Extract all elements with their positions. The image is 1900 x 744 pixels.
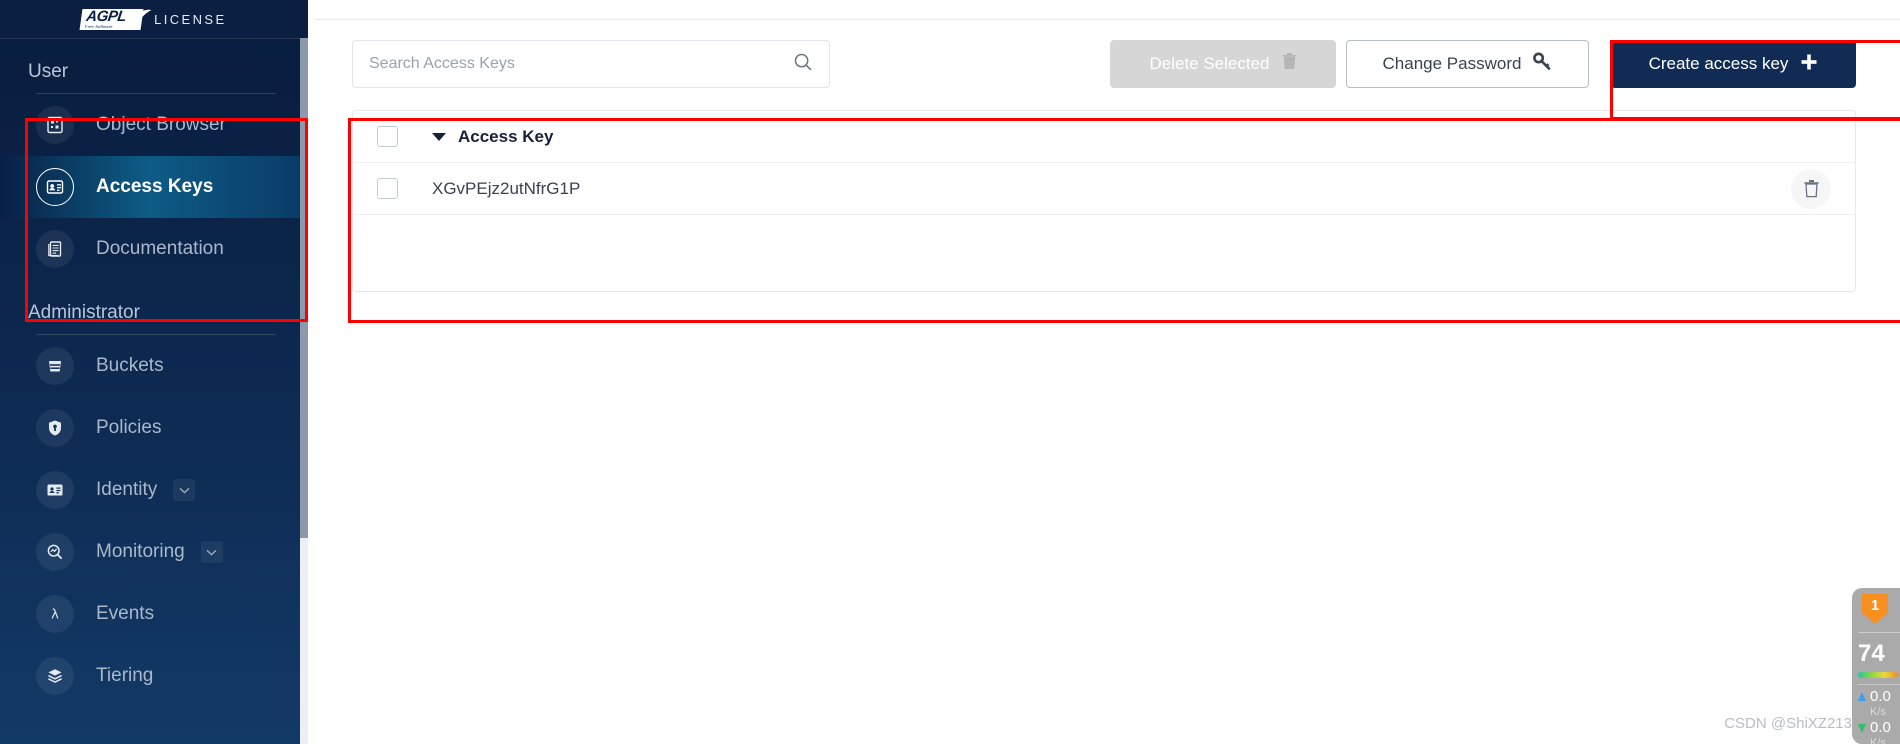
sidebar-item-label: Tiering <box>96 665 154 686</box>
download-speed-unit: K/s <box>1870 737 1886 744</box>
sidebar-item-label: Access Keys <box>96 176 214 197</box>
lambda-icon: λ <box>36 595 74 633</box>
change-password-button[interactable]: Change Password <box>1346 40 1589 88</box>
svg-text:λ: λ <box>51 608 59 623</box>
sidebar-item-label: Monitoring <box>96 541 185 562</box>
delete-row-button[interactable] <box>1791 168 1831 209</box>
select-all-checkbox[interactable] <box>377 126 398 147</box>
watermark: CSDN @ShiXZ213 <box>1724 715 1852 732</box>
main-top-divider <box>316 0 1900 20</box>
trash-icon <box>1282 53 1297 75</box>
sidebar-scrollbar-thumb[interactable] <box>300 38 308 538</box>
agpl-logo-text: AGPL <box>85 7 128 25</box>
upload-speed-unit: K/s <box>1870 706 1886 718</box>
sidebar-item-access-keys[interactable]: Access Keys <box>0 156 308 218</box>
sidebar-item-label: Identity <box>96 479 158 500</box>
column-header-access-key[interactable]: Access Key <box>458 127 553 147</box>
create-access-key-button[interactable]: Create access key <box>1611 40 1856 88</box>
trash-icon <box>1803 180 1819 198</box>
upload-arrow-icon <box>1858 692 1866 701</box>
access-keys-icon <box>36 168 74 206</box>
sort-descending-icon[interactable] <box>432 132 446 141</box>
row-checkbox[interactable] <box>377 178 398 199</box>
temperature-gauge <box>1858 672 1898 678</box>
agpl-swoosh-icon <box>129 9 152 24</box>
sidebar-item-documentation[interactable]: Documentation <box>0 218 308 280</box>
temperature-value: 74 <box>1858 640 1885 667</box>
network-monitor-widget[interactable]: 1 74 0.0 K/s 0.0 K/s <box>1852 588 1900 744</box>
chevron-down-icon[interactable] <box>200 541 223 563</box>
sidebar: AGPL Free Software LICENSE User Object B… <box>0 0 308 744</box>
search-icon[interactable] <box>793 52 813 77</box>
identity-icon <box>36 471 74 509</box>
chevron-down-icon[interactable] <box>173 479 196 501</box>
delete-selected-label: Delete Selected <box>1149 54 1270 73</box>
documentation-icon <box>36 230 74 268</box>
toolbar: Delete Selected Change Password Create a… <box>316 20 1900 88</box>
object-browser-icon <box>36 106 74 144</box>
table-header-row: Access Key <box>353 111 1855 163</box>
upload-speed-value: 0.0 <box>1870 688 1891 705</box>
create-access-key-label: Create access key <box>1648 54 1789 73</box>
app-root: AGPL Free Software LICENSE User Object B… <box>0 0 1900 744</box>
sidebar-item-policies[interactable]: Policies <box>0 397 308 459</box>
sidebar-logo: AGPL Free Software LICENSE <box>0 0 308 38</box>
download-speed-value: 0.0 <box>1870 719 1891 736</box>
sidebar-item-monitoring[interactable]: Monitoring <box>0 521 308 583</box>
sidebar-item-tiering[interactable]: Tiering <box>0 645 308 707</box>
sidebar-section-title-user: User <box>28 61 69 82</box>
license-label: LICENSE <box>154 11 227 27</box>
download-arrow-icon <box>1858 724 1866 733</box>
agpl-logo-icon: AGPL Free Software <box>79 7 152 30</box>
sidebar-item-label: Buckets <box>96 355 164 376</box>
monitoring-icon <box>36 533 74 571</box>
bucket-icon <box>36 347 74 385</box>
search-input[interactable] <box>369 55 793 73</box>
cell-access-key: XGvPEjz2utNfrG1P <box>432 178 581 198</box>
layers-icon <box>36 657 74 695</box>
table-row[interactable]: XGvPEjz2utNfrG1P <box>353 163 1855 215</box>
sidebar-item-identity[interactable]: Identity <box>0 459 308 521</box>
notification-badge: 1 <box>1862 594 1888 624</box>
sidebar-section-title-administrator: Administrator <box>28 302 140 323</box>
sidebar-item-label: Events <box>96 603 155 624</box>
access-keys-table: Access Key XGvPEjz2utNfrG1P <box>352 110 1856 292</box>
widget-divider-mid <box>1858 684 1900 685</box>
sidebar-item-label: Object Browser <box>96 114 226 135</box>
sidebar-item-label: Policies <box>96 417 162 438</box>
sidebar-item-label: Documentation <box>96 238 224 259</box>
search-access-keys-box[interactable] <box>352 40 830 88</box>
sidebar-item-buckets[interactable]: Buckets <box>0 335 308 397</box>
key-icon <box>1533 52 1552 76</box>
shield-icon <box>36 409 74 447</box>
delete-selected-button[interactable]: Delete Selected <box>1110 40 1336 88</box>
plus-icon <box>1800 53 1818 76</box>
sidebar-item-object-browser[interactable]: Object Browser <box>0 94 308 156</box>
widget-divider-top <box>1858 632 1900 633</box>
change-password-label: Change Password <box>1382 54 1522 73</box>
sidebar-item-events[interactable]: λ Events <box>0 583 308 645</box>
main-content: Delete Selected Change Password Create a… <box>316 0 1900 744</box>
